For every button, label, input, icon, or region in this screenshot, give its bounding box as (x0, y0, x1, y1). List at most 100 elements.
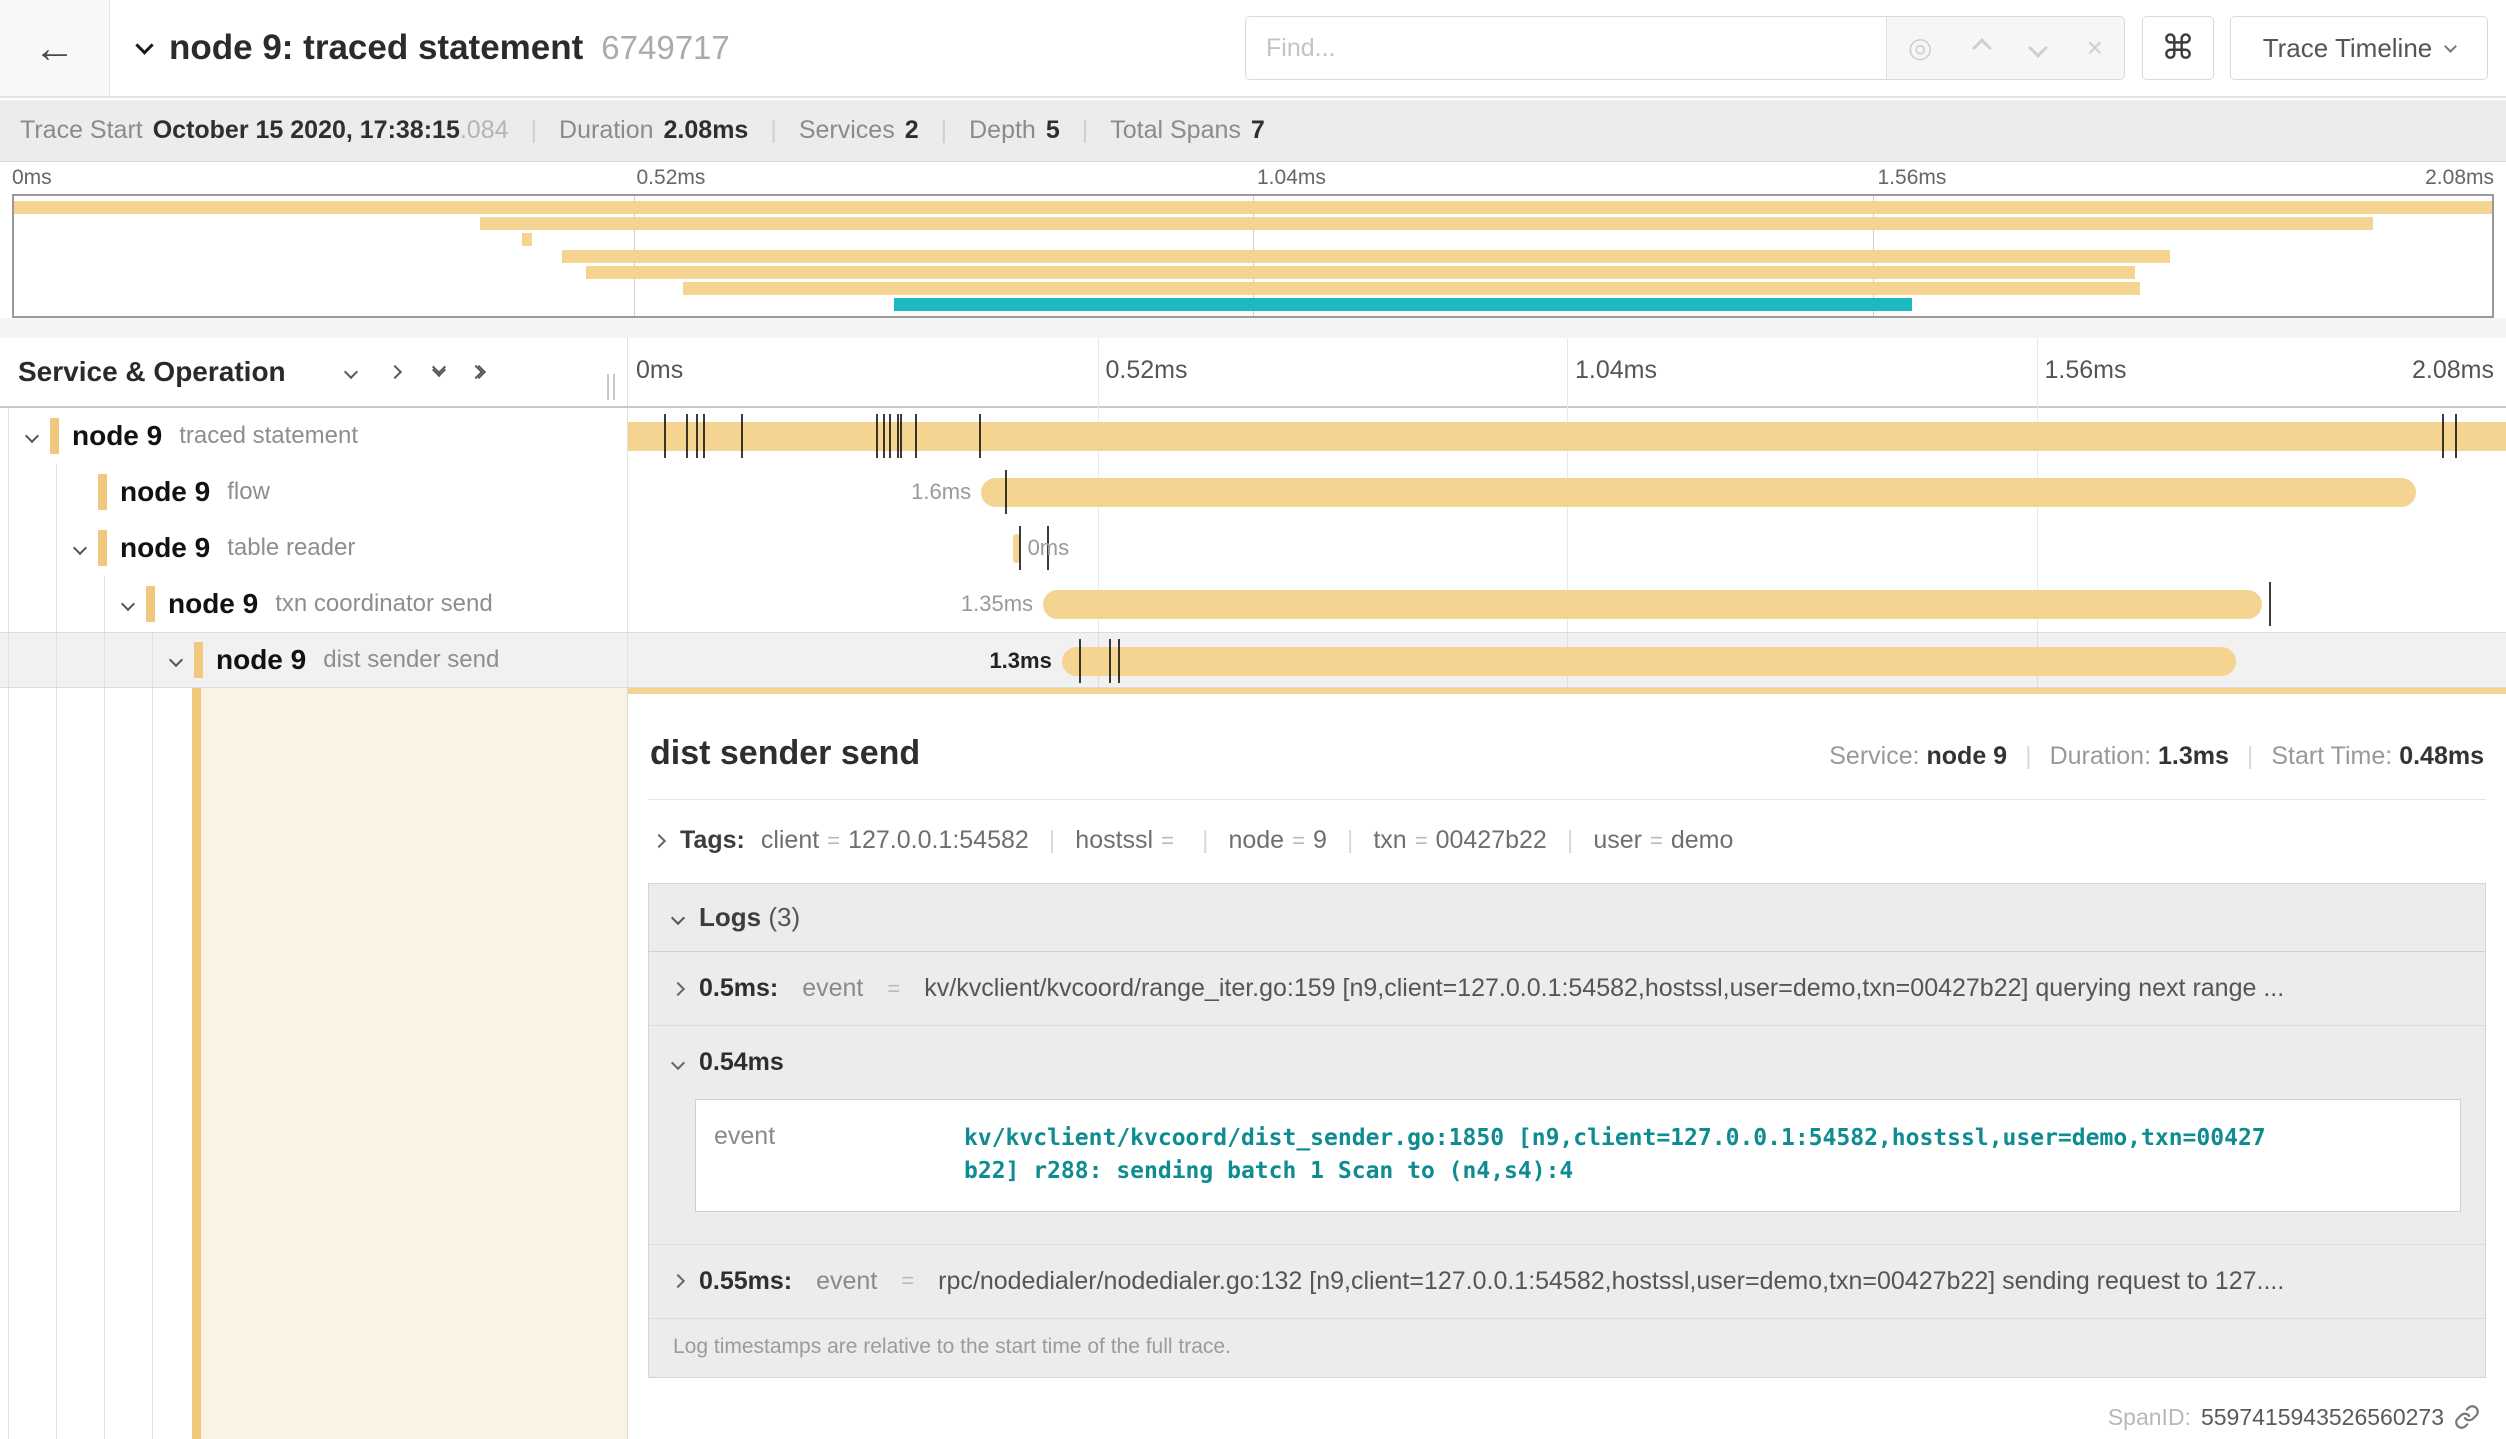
link-icon[interactable] (2454, 1404, 2480, 1430)
find-clear-icon[interactable]: × (2087, 34, 2103, 62)
log-marker (1079, 639, 1081, 683)
ruler-tick-label: 0ms (636, 356, 683, 385)
log-timestamp: 0.54ms (699, 1048, 784, 1077)
info-value-suffix: .084 (460, 116, 509, 145)
log-field-value: rpc/nodedialer/nodedialer.go:132 [n9,cli… (938, 1267, 2284, 1296)
top-header: ← node 9: traced statement 6749717 ◎ × ⌘… (0, 0, 2506, 98)
span-bar-cell[interactable]: 0ms (628, 520, 2506, 576)
span-color-chip (50, 418, 59, 454)
minimap-axis-tick: 1.56ms (1878, 166, 1947, 190)
span-duration-bar[interactable] (1043, 590, 2262, 619)
log-marker (2442, 414, 2444, 458)
span-detail-fill (201, 688, 627, 1439)
tags-row[interactable]: Tags: client=127.0.0.1:54582|hostssl=|no… (648, 800, 2486, 879)
span-color-bar (192, 688, 201, 1439)
expand-all-icon[interactable] (478, 367, 484, 377)
log-marker (2269, 582, 2271, 626)
trace-info-bar: Trace StartOctober 15 2020, 17:38:15.084… (0, 100, 2506, 162)
collapse-trace-chevron-icon[interactable] (135, 36, 153, 54)
span-collapse-chevron-icon[interactable] (110, 599, 146, 609)
find-input[interactable] (1246, 17, 1886, 79)
back-button[interactable]: ← (0, 0, 110, 96)
chevron-down-icon (2444, 40, 2457, 53)
info-value: 2 (905, 116, 919, 145)
keyboard-shortcuts-button[interactable]: ⌘ (2142, 16, 2214, 80)
logs-header[interactable]: Logs (3) (649, 884, 2485, 952)
logs-note: Log timestamps are relative to the start… (649, 1319, 2485, 1377)
expand-one-icon[interactable] (390, 367, 400, 377)
find-next-icon[interactable] (2028, 38, 2048, 58)
tags-label: Tags: (680, 826, 745, 855)
span-row: node 9flow1.6ms (0, 464, 2506, 520)
duration-label: Duration: (2050, 742, 2151, 770)
span-collapse-chevron-icon[interactable] (62, 543, 98, 553)
service-value: node 9 (1927, 742, 2008, 770)
span-collapse-chevron-icon[interactable] (158, 655, 194, 665)
span-name: dist sender send (650, 734, 920, 773)
view-selector-label: Trace Timeline (2263, 33, 2433, 64)
log-entry-header[interactable]: 0.54ms (673, 1048, 2465, 1077)
span-bar-cell[interactable]: 1.3ms (628, 633, 2506, 687)
span-color-chip (194, 642, 203, 678)
span-row: node 9table reader0ms (0, 520, 2506, 576)
span-operation-name: txn coordinator send (275, 590, 492, 618)
tag-item: node=9 (1228, 826, 1326, 854)
tag-item: client=127.0.0.1:54582 (761, 826, 1029, 854)
timeline-minimap: 0ms0.52ms1.04ms1.56ms2.08ms (0, 162, 2506, 318)
span-bar-cell[interactable]: 1.35ms (628, 576, 2506, 632)
logs-accordion: Logs (3) 0.5ms:event=kv/kvclient/kvcoord… (648, 883, 2486, 1378)
span-duration-bar[interactable] (1062, 647, 2236, 676)
separator: | (1202, 826, 1209, 854)
column-resize-grip[interactable] (607, 374, 615, 400)
service-operation-title: Service & Operation (18, 356, 286, 388)
find-prev-icon[interactable] (1972, 38, 1992, 58)
span-bar-cell[interactable]: 1.6ms (628, 464, 2506, 520)
span-color-chip (98, 530, 107, 566)
span-id-value: 5597415943526560273 (2201, 1404, 2444, 1431)
service-label: Service: (1829, 742, 1919, 770)
trace-timeline-page: ← node 9: traced statement 6749717 ◎ × ⌘… (0, 0, 2506, 1439)
minimap-span-bar (562, 250, 2170, 263)
span-row: node 9txn coordinator send1.35ms (0, 576, 2506, 632)
minimap-canvas[interactable] (12, 194, 2494, 318)
span-service-name: node 9 (216, 644, 306, 676)
span-tree-cell[interactable]: node 9flow (0, 464, 628, 520)
span-collapse-chevron-icon[interactable] (14, 431, 50, 441)
info-value: 7 (1251, 116, 1265, 145)
log-marker (915, 414, 917, 458)
span-duration-bar[interactable] (981, 478, 2416, 507)
info-label: Services (799, 116, 895, 145)
log-marker (883, 414, 885, 458)
span-tree-cell[interactable]: node 9table reader (0, 520, 628, 576)
logs-count: (3) (768, 902, 800, 932)
span-service-name: node 9 (72, 420, 162, 452)
page-title: node 9: traced statement (169, 28, 583, 68)
span-bar-cell[interactable] (628, 408, 2506, 464)
minimap-span-bar (894, 298, 1912, 311)
log-entry-header[interactable]: 0.55ms:event=rpc/nodedialer/nodedialer.g… (673, 1267, 2465, 1296)
trace-id: 6749717 (601, 29, 729, 67)
view-selector-button[interactable]: Trace Timeline (2230, 16, 2488, 80)
chevron-down-icon (671, 910, 685, 924)
back-arrow-icon: ← (34, 24, 76, 72)
log-timestamp: 0.55ms: (699, 1267, 792, 1296)
log-entry-header[interactable]: 0.5ms:event=kv/kvclient/kvcoord/range_it… (673, 974, 2465, 1003)
log-marker (897, 414, 899, 458)
ruler-tick-label: 2.08ms (2412, 356, 2494, 385)
log-marker (1109, 639, 1111, 683)
start-time-value: 0.48ms (2399, 742, 2484, 770)
collapse-one-icon[interactable] (346, 367, 356, 377)
locate-icon[interactable]: ◎ (1908, 34, 1932, 62)
collapse-all-icon[interactable] (434, 369, 444, 375)
span-tree-cell[interactable]: node 9txn coordinator send (0, 576, 628, 632)
span-id-label: SpanID: (2108, 1404, 2191, 1431)
find-group: ◎ × (1245, 16, 2125, 80)
minimap-axis-tick: 0.52ms (637, 166, 706, 190)
minimap-axis-tick: 2.08ms (2425, 166, 2494, 190)
log-marker (1118, 639, 1120, 683)
minimap-span-bar (683, 282, 2140, 295)
span-tree-cell[interactable]: node 9dist sender send (0, 633, 628, 687)
span-tree-cell[interactable]: node 9traced statement (0, 408, 628, 464)
log-entry: 0.54mseventkv/kvclient/kvcoord/dist_send… (649, 1026, 2485, 1245)
span-duration-bar[interactable] (628, 422, 2506, 451)
